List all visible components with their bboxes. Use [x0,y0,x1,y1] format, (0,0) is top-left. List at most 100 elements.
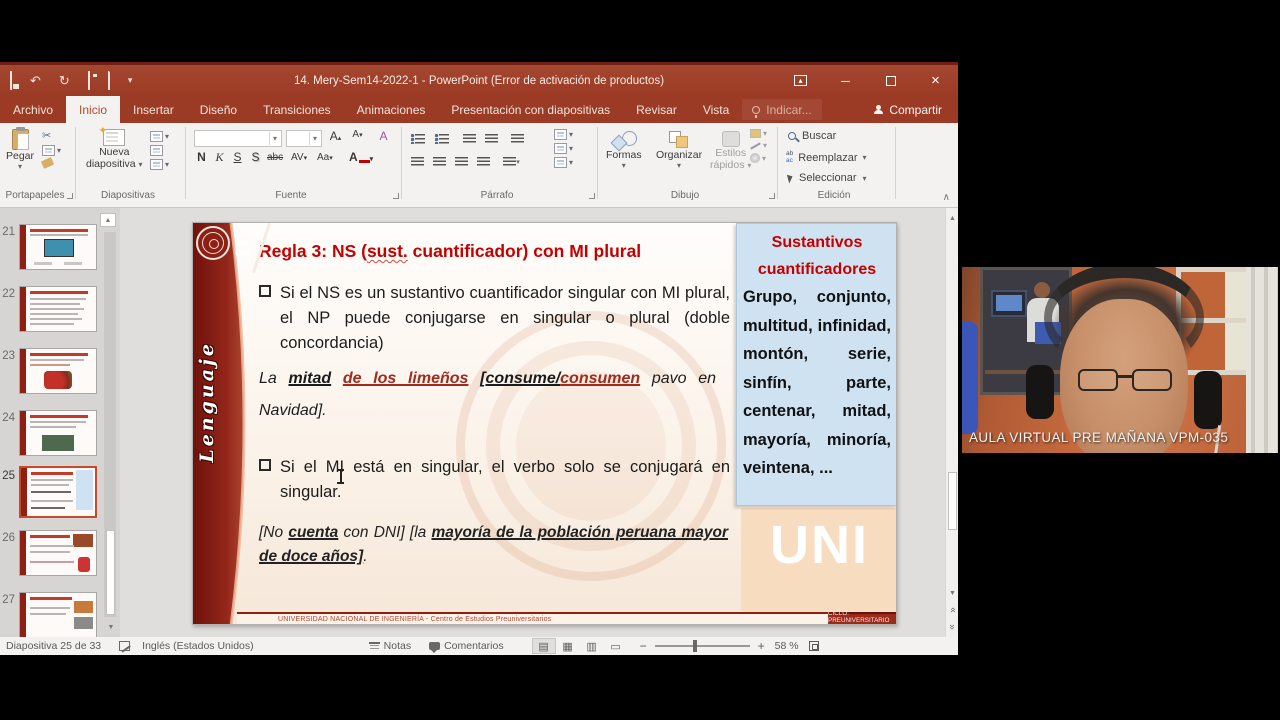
tab-archivo[interactable]: Archivo [0,96,66,123]
next-slide-button[interactable]: » [945,621,961,634]
scroll-down-button[interactable]: ▼ [946,586,959,600]
example-1-text[interactable]: La mitad de los limeños [consume/consume… [259,363,716,427]
quantifier-nouns-box[interactable]: Sustantivos cuantificadores Grupo, conju… [736,223,896,506]
align-center-button[interactable] [430,153,449,170]
start-slideshow-icon[interactable] [87,70,90,90]
example-2-text[interactable]: [No cuenta con DNI] [la mayoría de la po… [259,521,728,569]
grow-font-button[interactable]: A ▴ [328,129,343,146]
reading-view-button[interactable]: ▥ [580,638,604,654]
columns-button[interactable]: ▾ [502,153,521,170]
thumbnail-slide-24[interactable] [19,410,97,456]
normal-view-button[interactable]: ▤ [531,638,556,654]
ribbon-display-options-button[interactable]: ▴ [778,65,823,96]
thumb-scrollbar-thumb[interactable] [105,530,115,615]
section-button[interactable]: ▾ [150,159,169,170]
slide-title[interactable]: Regla 3: NS (sust. cuantificador) con MI… [259,241,641,262]
zoom-level[interactable]: 58 % [775,640,799,652]
convert-smartart-button[interactable]: ▾ [554,157,573,168]
tab-presentacion[interactable]: Presentación con diapositivas [438,96,623,123]
tab-revisar[interactable]: Revisar [623,96,690,123]
comments-button[interactable]: Comentarios [429,640,504,653]
thumbnail-slide-26[interactable] [19,530,97,576]
thumbnail-slide-27[interactable] [19,592,97,637]
thumbnail-slide-21[interactable] [19,224,97,270]
paragraph-dialog-launcher-icon[interactable] [589,193,595,199]
thumb-scroll-down-button[interactable]: ▼ [104,620,118,634]
numbering-button[interactable] [432,130,451,147]
fit-slide-button[interactable] [808,641,819,651]
proofing-button[interactable] [119,641,131,651]
new-slide-button[interactable]: ✦ Nueva diapositiva ▾ [86,125,143,170]
maximize-button[interactable] [868,65,913,96]
scrollbar-thumb[interactable] [947,472,957,530]
slide-sorter-view-button[interactable]: ▦ [556,638,580,654]
tab-vista[interactable]: Vista [690,96,742,123]
zoom-in-button[interactable]: + [758,639,765,653]
slide-canvas[interactable]: ce pre UNI Lenguaje Regla 3: NS (sust. c… [192,222,897,625]
clipboard-dialog-launcher-icon[interactable] [67,193,73,199]
tab-transiciones[interactable]: Transiciones [250,96,344,123]
minimize-button[interactable]: ─ [823,65,868,96]
bullets-button[interactable] [408,130,427,147]
slide-layout-button[interactable]: ▾ [150,131,169,142]
share-button[interactable]: Compartir [858,96,958,123]
tab-insertar[interactable]: Insertar [120,96,187,123]
text-shadow-button[interactable]: S [248,150,263,167]
bullet-1-row[interactable]: Si el NS es un sustantivo cuantificador … [259,281,730,356]
change-case-button[interactable]: Aa ▾ [316,152,334,169]
font-size-combo[interactable]: ▾ [286,130,322,147]
thumb-scroll-up-button[interactable]: ▲ [100,213,116,227]
thumbnail-slide-25-selected[interactable] [19,466,97,518]
quick-styles-button[interactable]: Estilos rápidos ▾ [710,131,751,171]
arrange-button[interactable]: Organizar ▾ [656,131,702,170]
thumbnail-slide-23[interactable] [19,348,97,394]
italic-button[interactable]: K [212,150,227,167]
scroll-up-button[interactable]: ▲ [946,211,959,225]
text-direction-button[interactable]: ▾ [554,129,573,140]
notes-button[interactable]: Notas [368,640,411,652]
font-dialog-launcher-icon[interactable] [393,193,399,199]
reset-slide-button[interactable] [150,145,169,156]
line-spacing-button[interactable] [508,130,527,147]
select-button[interactable]: Seleccionar ▾ [786,172,867,184]
align-left-button[interactable] [408,153,427,170]
new-file-icon[interactable] [107,70,110,90]
font-color-button[interactable]: A ▾ [348,150,374,167]
collapse-ribbon-icon[interactable]: ∧ [943,192,950,203]
shrink-font-button[interactable]: A ▾ [350,129,365,146]
underline-button[interactable]: S [230,150,245,167]
tab-inicio[interactable]: Inicio [66,96,121,123]
format-painter-button[interactable] [40,157,61,169]
tell-me-box[interactable]: Indicar... [742,99,822,120]
shape-fill-button[interactable]: ▾ [750,129,767,138]
align-text-button[interactable]: ▾ [554,143,573,154]
copy-button[interactable]: ▾ [42,145,61,156]
shapes-button[interactable]: Formas ▾ [606,131,642,170]
character-spacing-button[interactable]: AV ▾ [290,152,308,169]
bullet-2-row[interactable]: Si el MI está en singular, el verbo solo… [259,455,730,505]
cut-button[interactable]: ✂ [42,129,61,142]
justify-button[interactable] [474,153,493,170]
bold-button[interactable]: N [194,150,209,167]
shape-effects-button[interactable]: ▾ [750,153,767,163]
close-button[interactable]: × [913,65,958,96]
paste-button[interactable]: Pegar ▾ [6,127,34,171]
strikethrough-button[interactable]: abc [266,152,284,169]
tab-animaciones[interactable]: Animaciones [344,96,439,123]
shape-outline-button[interactable]: ▾ [750,141,767,150]
replace-button[interactable]: ab ac Reemplazar ▾ [786,150,867,164]
find-button[interactable]: Buscar [788,130,836,142]
save-icon[interactable] [10,70,12,90]
zoom-out-button[interactable]: − [640,639,647,653]
decrease-indent-button[interactable] [460,130,479,147]
tab-diseno[interactable]: Diseño [187,96,250,123]
undo-icon[interactable]: ↶ [30,74,41,87]
drawing-dialog-launcher-icon[interactable] [769,193,775,199]
clear-formatting-button[interactable]: A [376,129,391,146]
zoom-slider-thumb[interactable] [692,640,697,652]
slideshow-view-button[interactable]: ▭ [604,638,628,654]
zoom-slider[interactable] [654,640,750,652]
redo-icon[interactable]: ↻ [59,74,70,87]
language-button[interactable]: Inglés (Estados Unidos) [142,640,253,652]
thumbnail-slide-22[interactable] [19,286,97,332]
